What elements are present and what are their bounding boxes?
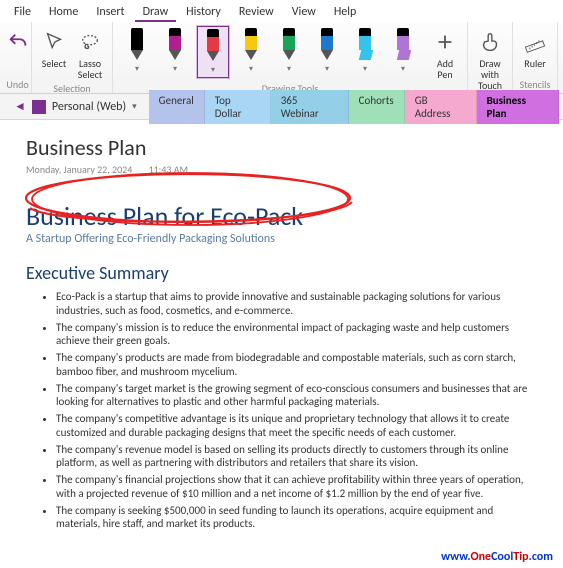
section-heading[interactable]: Executive Summary <box>26 262 537 284</box>
ribbon-group-selection: Select Lasso Select Selection <box>32 22 113 93</box>
chevron-down-icon: ▾ <box>132 101 137 112</box>
pen-2[interactable]: ▾ <box>197 26 229 78</box>
bullet-item[interactable]: The company's revenue model is based on … <box>56 443 537 471</box>
pen-0[interactable]: ▾ <box>121 26 153 78</box>
chevron-left-icon: ◄ <box>14 99 26 114</box>
watermark-url: www.OneCoolTip.com <box>441 550 553 564</box>
chevron-down-icon: ▾ <box>249 64 253 74</box>
section-tab-top-dollar[interactable]: Top Dollar <box>205 90 271 124</box>
ruler-icon <box>524 31 546 53</box>
touch-icon <box>479 31 501 53</box>
menu-view[interactable]: View <box>284 3 324 22</box>
menu-draw[interactable]: Draw <box>135 3 177 22</box>
plus-icon <box>434 31 456 53</box>
ribbon-group-input: Draw with Touch Input Mode <box>468 22 513 93</box>
menu-history[interactable]: History <box>178 3 229 22</box>
ruler-button[interactable]: Ruler <box>519 24 551 71</box>
section-tab-general[interactable]: General <box>149 90 205 124</box>
chevron-down-icon: ▾ <box>287 64 291 74</box>
bullet-item[interactable]: Eco-Pack is a startup that aims to provi… <box>56 290 537 318</box>
section-tab-cohorts[interactable]: Cohorts <box>349 90 405 124</box>
ribbon-group-edit: Insert Space Form Backgro Edit <box>558 22 563 93</box>
ribbon-group-stencils: Ruler Stencils <box>513 22 558 93</box>
menu-home[interactable]: Home <box>41 3 86 22</box>
bullet-item[interactable]: The company's competitive advantage is i… <box>56 412 537 440</box>
chevron-down-icon: ▾ <box>173 64 177 74</box>
pen-icon <box>131 28 143 62</box>
menu-insert[interactable]: Insert <box>88 3 132 22</box>
menu-bar: FileHomeInsertDrawHistoryReviewViewHelp <box>0 0 563 22</box>
page-canvas[interactable]: Business Plan Monday, January 22, 2024 1… <box>0 120 563 550</box>
highlighter-icon <box>359 28 371 62</box>
notebook-bar: ◄ Personal (Web) ▾ GeneralTop Dollar365 … <box>0 94 563 120</box>
select-button[interactable]: Select <box>38 24 70 71</box>
pen-6[interactable]: ▾ <box>349 26 381 78</box>
pen-1[interactable]: ▾ <box>159 26 191 78</box>
pen-7[interactable]: ▾ <box>387 26 419 78</box>
chevron-down-icon: ▾ <box>211 65 215 75</box>
bullet-item[interactable]: The company's products are made from bio… <box>56 351 537 379</box>
pen-gallery: ▾ ▾ ▾ ▾ ▾ ▾ ▾ ▾ <box>119 24 421 78</box>
menu-file[interactable]: File <box>6 3 39 22</box>
doc-subtitle[interactable]: A Startup Offering Eco-Friendly Packagin… <box>26 232 537 246</box>
ribbon-group-undo: Undo <box>4 22 32 93</box>
section-tab-business-plan[interactable]: Business Plan <box>477 90 559 124</box>
highlighter-icon <box>397 28 409 62</box>
pen-icon <box>169 28 181 62</box>
pen-5[interactable]: ▾ <box>311 26 343 78</box>
add-pen-button[interactable]: Add Pen <box>429 24 461 82</box>
chevron-down-icon: ▾ <box>363 64 367 74</box>
pen-icon <box>207 29 219 63</box>
ink-circle-annotation <box>20 168 360 230</box>
section-tabs: GeneralTop Dollar365 WebinarCohortsGB Ad… <box>149 90 559 124</box>
chevron-down-icon: ▾ <box>135 64 139 74</box>
page-title[interactable]: Business Plan <box>26 134 537 161</box>
lasso-icon <box>79 31 101 53</box>
section-tab-365-webinar[interactable]: 365 Webinar <box>271 90 349 124</box>
lasso-select-button[interactable]: Lasso Select <box>74 24 106 82</box>
chevron-down-icon: ▾ <box>325 64 329 74</box>
group-label-undo: Undo <box>6 78 28 92</box>
bullet-item[interactable]: The company's target market is the growi… <box>56 382 537 410</box>
cursor-icon <box>43 31 65 53</box>
ribbon-group-drawing: ▾▾▾▾▾▾▾▾ Add Pen Drawing Tools <box>113 22 468 93</box>
pen-4[interactable]: ▾ <box>273 26 305 78</box>
undo-icon <box>7 31 29 53</box>
section-tab-gb-address[interactable]: GB Address <box>405 90 477 124</box>
menu-review[interactable]: Review <box>231 3 282 22</box>
pen-icon <box>321 28 333 62</box>
bullet-item[interactable]: The company is seeking $500,000 in seed … <box>56 504 537 532</box>
bullet-item[interactable]: The company's mission is to reduce the e… <box>56 321 537 349</box>
draw-with-touch-button[interactable]: Draw with Touch <box>474 24 506 93</box>
notebook-selector[interactable]: ◄ Personal (Web) ▾ <box>4 97 147 116</box>
bullet-list[interactable]: Eco-Pack is a startup that aims to provi… <box>56 290 537 531</box>
pen-icon <box>245 28 257 62</box>
pen-3[interactable]: ▾ <box>235 26 267 78</box>
notebook-name: Personal (Web) <box>52 100 126 114</box>
pen-icon <box>283 28 295 62</box>
menu-help[interactable]: Help <box>326 3 365 22</box>
ribbon: Undo Select Lasso Select Selection ▾▾▾▾▾… <box>0 22 563 94</box>
bullet-item[interactable]: The company's financial projections show… <box>56 473 537 501</box>
chevron-down-icon: ▾ <box>401 64 405 74</box>
group-label-selection: Selection <box>53 82 90 96</box>
notebook-icon <box>32 100 46 114</box>
undo-button[interactable] <box>2 24 34 60</box>
